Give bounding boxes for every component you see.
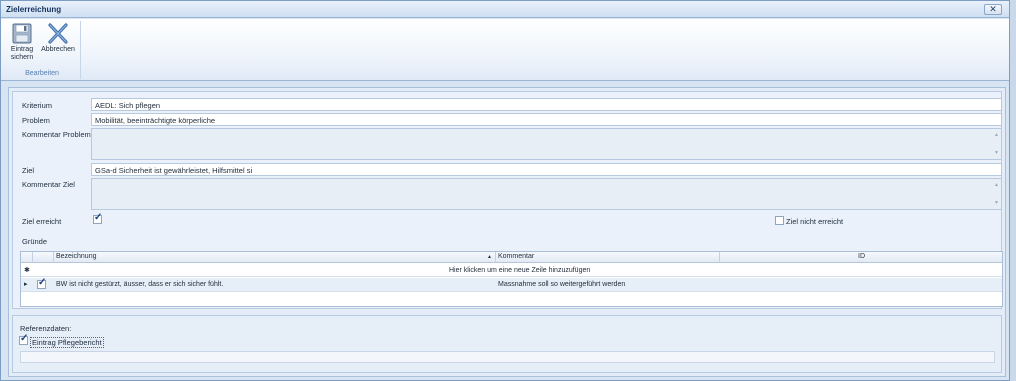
new-row-prompt[interactable]: ✱ Hier klicken um eine neue Zeile hinzuz…	[21, 264, 1002, 277]
kommentar-ziel-field[interactable]: ▲ ▼	[91, 178, 1002, 210]
ribbon-group-bearbeiten: Eintrag sichern Abbrechen Bearbeiten	[3, 21, 81, 79]
kriterium-label: Kriterium	[22, 101, 53, 110]
ribbon-group-label: Bearbeiten	[25, 70, 59, 77]
cancel-button[interactable]: Abbrechen	[41, 23, 75, 67]
title-bar[interactable]: Zielerreichung ✕	[1, 1, 1009, 18]
ziel-erreicht-checkbox[interactable]	[93, 212, 102, 224]
grid-header: Bezeichnung ▲ Kommentar ID	[21, 252, 1002, 263]
column-id[interactable]: ID	[858, 253, 865, 260]
problem-field[interactable]: Mobilität, beeinträchtigte körperliche	[91, 113, 1002, 126]
scroll-up-icon[interactable]: ▲	[994, 182, 999, 188]
kommentar-problem-label: Kommentar Problem	[22, 130, 91, 139]
ziel-nicht-erreicht-checkbox[interactable]	[775, 216, 784, 225]
gruende-label: Gründe	[22, 237, 48, 246]
kommentar-problem-field[interactable]: ▲ ▼	[91, 128, 1002, 160]
scroll-down-icon[interactable]: ▼	[994, 150, 999, 156]
row-checkbox[interactable]	[37, 277, 46, 289]
form-panel: Kriterium AEDL: Sich pflegen Problem Mob…	[12, 91, 1003, 309]
save-label-line1: Eintrag	[10, 46, 34, 53]
sort-ascending-icon: ▲	[487, 254, 492, 260]
close-x-icon	[48, 23, 68, 44]
column-bezeichnung[interactable]: Bezeichnung	[56, 253, 96, 260]
dialog-window: Zielerreichung ✕ Eintrag sichern Abbrech…	[0, 0, 1010, 381]
ribbon-toolbar: Eintrag sichern Abbrechen Bearbeiten	[1, 19, 1009, 81]
gruende-grid: Bezeichnung ▲ Kommentar ID ✱ Hier klicke…	[20, 251, 1003, 307]
scroll-up-icon[interactable]: ▲	[994, 132, 999, 138]
kommentar-ziel-label: Kommentar Ziel	[22, 180, 75, 189]
referenzdaten-panel: Referenzdaten: Eintrag Pflegebericht	[12, 315, 1002, 373]
new-row-text: Hier klicken um eine neue Zeile hinzuzuf…	[449, 267, 591, 274]
close-window-button[interactable]: ✕	[984, 4, 1002, 15]
ziel-nicht-erreicht-label: Ziel nicht erreicht	[786, 217, 844, 226]
floppy-disk-icon	[12, 23, 32, 44]
cell-bezeichnung[interactable]: BW ist nicht gestürzt, äusser, dass er s…	[56, 281, 223, 288]
kriterium-field[interactable]: AEDL: Sich pflegen	[91, 98, 1002, 111]
eintrag-pflegebericht-label[interactable]: Eintrag Pflegebericht	[30, 337, 104, 348]
new-row-asterisk-icon: ✱	[24, 267, 30, 274]
window-title: Zielerreichung	[6, 5, 62, 14]
scroll-down-icon[interactable]: ▼	[994, 200, 999, 206]
content-area: Kriterium AEDL: Sich pflegen Problem Mob…	[8, 87, 1006, 377]
referenz-text-field[interactable]	[20, 351, 995, 363]
save-label-line2: sichern	[10, 54, 34, 61]
eintrag-pflegebericht-checkbox[interactable]	[19, 333, 28, 345]
ziel-erreicht-label: Ziel erreicht	[22, 217, 62, 226]
column-kommentar[interactable]: Kommentar	[498, 253, 534, 260]
referenzdaten-label: Referenzdaten:	[20, 324, 72, 333]
ziel-label: Ziel	[22, 166, 35, 175]
cancel-label: Abbrechen	[41, 46, 75, 53]
row-indicator-icon: ▸	[24, 281, 28, 288]
save-entry-button[interactable]: Eintrag sichern	[5, 23, 39, 67]
ziel-field[interactable]: GSa-d Sicherheit ist gewährleistet, Hilf…	[91, 163, 1002, 176]
problem-label: Problem	[22, 116, 50, 125]
table-row[interactable]: ▸ BW ist nicht gestürzt, äusser, dass er…	[21, 277, 1002, 292]
cell-kommentar[interactable]: Massnahme soll so weitergeführt werden	[498, 281, 625, 288]
